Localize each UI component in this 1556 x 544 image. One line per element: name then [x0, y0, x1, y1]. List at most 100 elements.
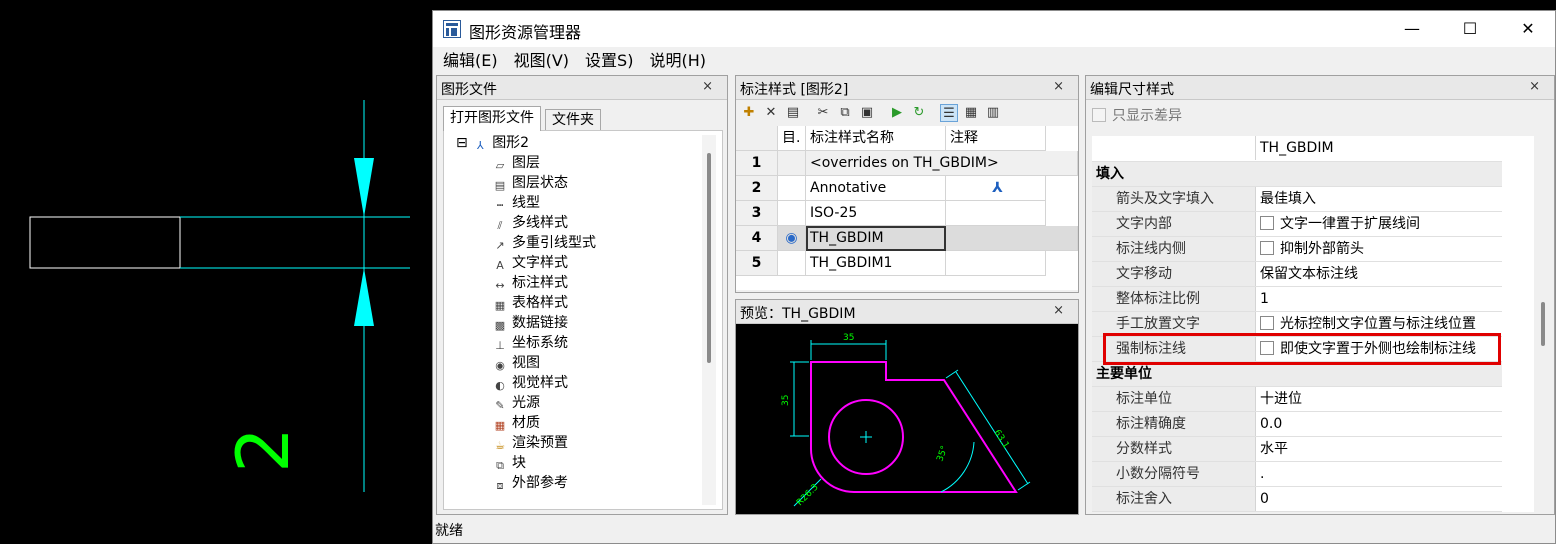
row-style-name[interactable]: Annotative	[806, 176, 946, 201]
scrollbar-thumb[interactable]	[707, 153, 711, 363]
panel-close-icon[interactable]: ×	[1529, 79, 1540, 94]
current-style-radio-icon[interactable]: ◉	[778, 226, 806, 251]
tree-item-layers[interactable]: ▱ 图层	[492, 153, 540, 173]
dimension-preview: 35 35 63.1 35° R26.3	[736, 324, 1078, 514]
tree-item-data-links[interactable]: ▩ 数据链接	[492, 313, 568, 333]
tree-root-drawing2[interactable]: ⊟ ⅄ 图形2	[456, 133, 529, 153]
prop-value[interactable]: .	[1258, 462, 1502, 486]
row-number[interactable]: 4	[736, 226, 778, 251]
tree-item-mline-styles[interactable]: ⫽ 多线样式	[492, 213, 568, 233]
tree-item-lights[interactable]: ✎ 光源	[492, 393, 540, 413]
category-primary-units[interactable]: 主要单位	[1092, 362, 1502, 387]
tree-item-label: 块	[512, 455, 526, 471]
checkbox-box[interactable]	[1092, 108, 1106, 122]
cut-icon[interactable]: ✂	[814, 104, 832, 122]
checkbox-box[interactable]	[1260, 216, 1274, 230]
menu-settings[interactable]: 设置S)	[577, 47, 641, 75]
maximize-button[interactable]: ☐	[1441, 11, 1499, 47]
paste-icon[interactable]: ▣	[858, 104, 876, 122]
tree-item-linetypes[interactable]: ┅ 线型	[492, 193, 540, 213]
tree-item-ucs[interactable]: ⊥ 坐标系统	[492, 333, 568, 353]
category-fill[interactable]: 填入	[1092, 162, 1502, 187]
properties-icon[interactable]: ▤	[784, 104, 802, 122]
tree-item-blocks[interactable]: ⧉ 块	[492, 453, 526, 473]
ucs-icon: ⊥	[495, 339, 505, 352]
row-current-cell[interactable]	[778, 176, 806, 201]
row-number[interactable]: 5	[736, 251, 778, 276]
tree-item-label: 视觉样式	[512, 375, 568, 391]
row-current-cell[interactable]	[778, 251, 806, 276]
scrollbar-thumb[interactable]	[1541, 302, 1545, 346]
refresh-icon[interactable]: ↻	[910, 104, 928, 122]
tree-item-label: 数据链接	[512, 315, 568, 331]
tab-open-drawings[interactable]: 打开图形文件	[443, 106, 541, 131]
panel-close-icon[interactable]: ×	[702, 79, 713, 94]
col-header-current[interactable]: 目.	[778, 126, 806, 151]
prop-row-text-inside[interactable]: 文字内部 文字一律置于扩展线间	[1092, 212, 1502, 237]
tree-item-render-presets[interactable]: ☕ 渲染预置	[492, 433, 568, 453]
checkbox-box[interactable]	[1260, 241, 1274, 255]
tree-item-views[interactable]: ◉ 视图	[492, 353, 540, 373]
highlight-annotation-box	[1103, 333, 1501, 365]
prop-value[interactable]: 0	[1258, 487, 1502, 511]
prop-row-fit-options[interactable]: 箭头及文字填入 最佳填入	[1092, 187, 1502, 212]
property-grid-scrollbar[interactable]	[1536, 136, 1550, 512]
menu-help[interactable]: 说明(H)	[641, 47, 714, 75]
row-number[interactable]: 3	[736, 201, 778, 226]
menu-view[interactable]: 视图(V)	[506, 47, 577, 75]
row-style-name[interactable]: <overrides on TH_GBDIM>	[806, 151, 1078, 176]
close-button[interactable]: ✕	[1499, 11, 1556, 47]
prop-value[interactable]: 水平	[1258, 437, 1502, 461]
collapse-icon[interactable]: ⊟	[456, 135, 468, 151]
row-current-cell[interactable]	[778, 151, 806, 176]
prop-row-decimal-separator[interactable]: 小数分隔符号 .	[1092, 462, 1502, 487]
row-current-cell[interactable]	[778, 201, 806, 226]
tree-item-text-styles[interactable]: A 文字样式	[492, 253, 568, 273]
tree-item-visual-styles[interactable]: ◐ 视觉样式	[492, 373, 568, 393]
prop-row-unit-format[interactable]: 标注单位 十进位	[1092, 387, 1502, 412]
checkbox-box[interactable]	[1260, 316, 1274, 330]
row-style-name[interactable]: ISO-25	[806, 201, 946, 226]
prop-row-overall-scale[interactable]: 整体标注比例 1	[1092, 287, 1502, 312]
col-header-annotation[interactable]: 注释	[946, 126, 1046, 151]
checkbox-label: 文字一律置于扩展线间	[1280, 216, 1420, 232]
row-style-name[interactable]: TH_GBDIM1	[806, 251, 946, 276]
prop-row-round-off[interactable]: 标注舍入 0	[1092, 487, 1502, 512]
menu-edit[interactable]: 编辑(E)	[433, 47, 506, 75]
prop-value[interactable]: 最佳填入	[1258, 187, 1502, 211]
row-style-name-selected[interactable]: TH_GBDIM	[806, 226, 946, 251]
prop-value-checkbox[interactable]: 文字一律置于扩展线间	[1258, 212, 1502, 236]
copy-icon[interactable]: ⧉	[836, 104, 854, 122]
set-current-icon[interactable]: ▶	[888, 104, 906, 122]
view-details-icon[interactable]: ☰	[940, 104, 958, 122]
new-icon[interactable]: ✚	[740, 104, 758, 122]
col-header-name[interactable]: 标注样式名称	[806, 126, 946, 151]
prop-row-suppress-arrows[interactable]: 标注线内侧 抑制外部箭头	[1092, 237, 1502, 262]
panel-close-icon[interactable]: ×	[1053, 79, 1064, 94]
prop-value-checkbox[interactable]: 抑制外部箭头	[1258, 237, 1502, 261]
row-number[interactable]: 1	[736, 151, 778, 176]
prop-row-precision[interactable]: 标注精确度 0.0	[1092, 412, 1502, 437]
only-show-differences-checkbox[interactable]: 只显示差异	[1092, 106, 1182, 126]
tab-folders[interactable]: 文件夹	[545, 109, 601, 130]
prop-value[interactable]: 0.0	[1258, 412, 1502, 436]
row-number[interactable]: 2	[736, 176, 778, 201]
tree-item-mleader-styles[interactable]: ↗ 多重引线型式	[492, 233, 596, 253]
tree-scrollbar[interactable]	[702, 135, 716, 505]
tree-item-layer-states[interactable]: ▤ 图层状态	[492, 173, 568, 193]
prop-row-fraction-format[interactable]: 分数样式 水平	[1092, 437, 1502, 462]
tree-item-xrefs[interactable]: ⧈ 外部参考	[492, 473, 569, 493]
tree-item-dim-styles[interactable]: ↔ 标注样式	[492, 273, 568, 293]
panel-close-icon[interactable]: ×	[1053, 303, 1064, 318]
prop-value[interactable]: 保留文本标注线	[1258, 262, 1502, 286]
view-list-icon[interactable]: ▥	[984, 104, 1002, 122]
prop-value[interactable]: 1	[1258, 287, 1502, 311]
view-icons-icon[interactable]: ▦	[962, 104, 980, 122]
dimstyle-toolbar: ✚ ✕ ▤ ✂ ⧉ ▣ ▶ ↻ ☰ ▦ ▥	[736, 100, 1078, 126]
prop-row-text-movement[interactable]: 文字移动 保留文本标注线	[1092, 262, 1502, 287]
tree-item-table-styles[interactable]: ▦ 表格样式	[492, 293, 568, 313]
delete-icon[interactable]: ✕	[762, 104, 780, 122]
tree-item-materials[interactable]: ▦ 材质	[492, 413, 540, 433]
prop-value[interactable]: 十进位	[1258, 387, 1502, 411]
minimize-button[interactable]: —	[1383, 11, 1441, 47]
